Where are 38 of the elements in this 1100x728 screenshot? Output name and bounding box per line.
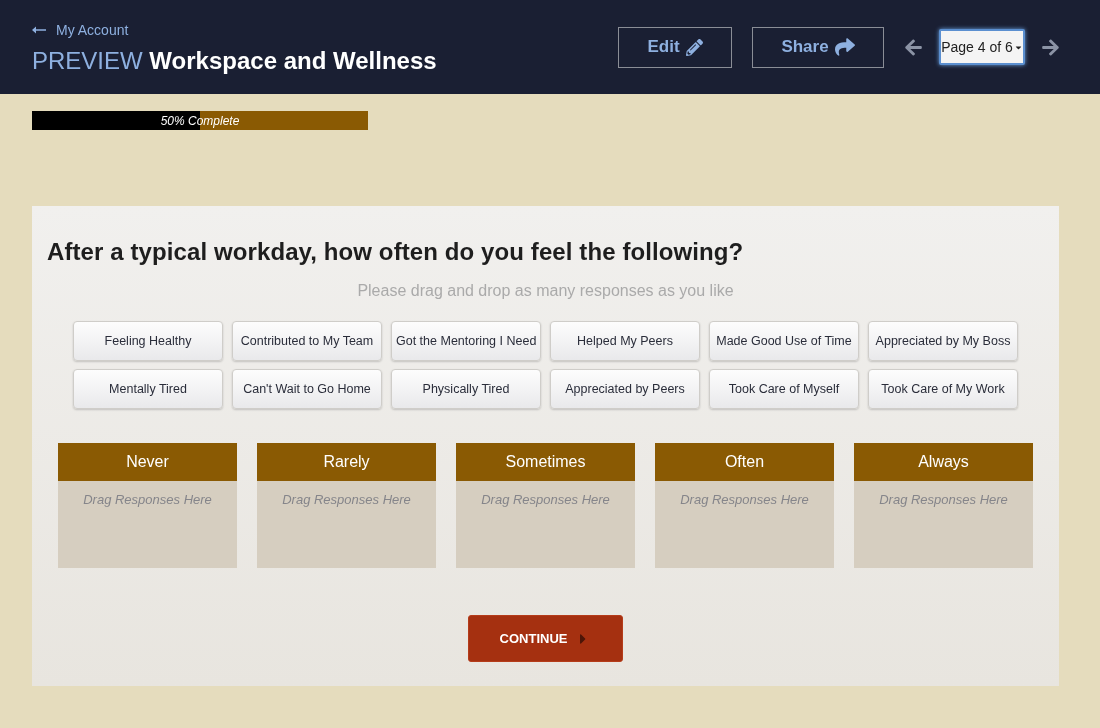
bin-header: Always [854, 443, 1033, 481]
response-chip[interactable]: Can't Wait to Go Home [232, 369, 382, 409]
drop-placeholder: Drag Responses Here [282, 492, 411, 507]
left-arrow-icon [904, 37, 923, 57]
drop-placeholder: Drag Responses Here [879, 492, 1008, 507]
response-chip[interactable]: Took Care of Myself [709, 369, 859, 409]
right-arrow-icon [1041, 37, 1060, 57]
bin-header: Rarely [257, 443, 436, 481]
bin-header: Often [655, 443, 834, 481]
left-arrow-icon [32, 25, 46, 34]
bin-header: Never [58, 443, 237, 481]
response-chip[interactable]: Got the Mentoring I Need [391, 321, 541, 361]
bin-header: Sometimes [456, 443, 635, 481]
response-chip[interactable]: Helped My Peers [550, 321, 700, 361]
response-chip[interactable]: Appreciated by Peers [550, 369, 700, 409]
drop-placeholder: Drag Responses Here [83, 492, 212, 507]
page-select[interactable]: Page 4 of 6 [939, 29, 1025, 65]
next-page-button[interactable] [1041, 37, 1060, 57]
edit-button[interactable]: Edit [618, 26, 732, 68]
response-chip[interactable]: Took Care of My Work [868, 369, 1018, 409]
response-chip[interactable]: Contributed to My Team [232, 321, 382, 361]
instruction-text: Please drag and drop as many responses as you like [356, 281, 735, 301]
share-arrow-icon [834, 37, 855, 57]
response-chip[interactable]: Appreciated by My Boss [868, 321, 1018, 361]
progress-label: 50% Complete [160, 113, 240, 128]
share-button[interactable]: Share [752, 26, 884, 68]
response-chip[interactable]: Made Good Use of Time [709, 321, 859, 361]
drop-placeholder: Drag Responses Here [680, 492, 809, 507]
drop-placeholder: Drag Responses Here [481, 492, 610, 507]
response-chip[interactable]: Feeling Healthy [73, 321, 223, 361]
previous-page-button[interactable] [904, 37, 923, 57]
response-chip[interactable]: Mentally Tired [73, 369, 223, 409]
page-title: PREVIEW Workspace and Wellness [32, 46, 437, 75]
continue-button[interactable]: CONTINUE [468, 615, 623, 662]
question-title: After a typical workday, how often do you feel the following? [47, 237, 745, 267]
response-chip[interactable]: Physically Tired [391, 369, 541, 409]
back-link[interactable]: My Account [32, 21, 437, 38]
pencil-icon [685, 38, 703, 56]
